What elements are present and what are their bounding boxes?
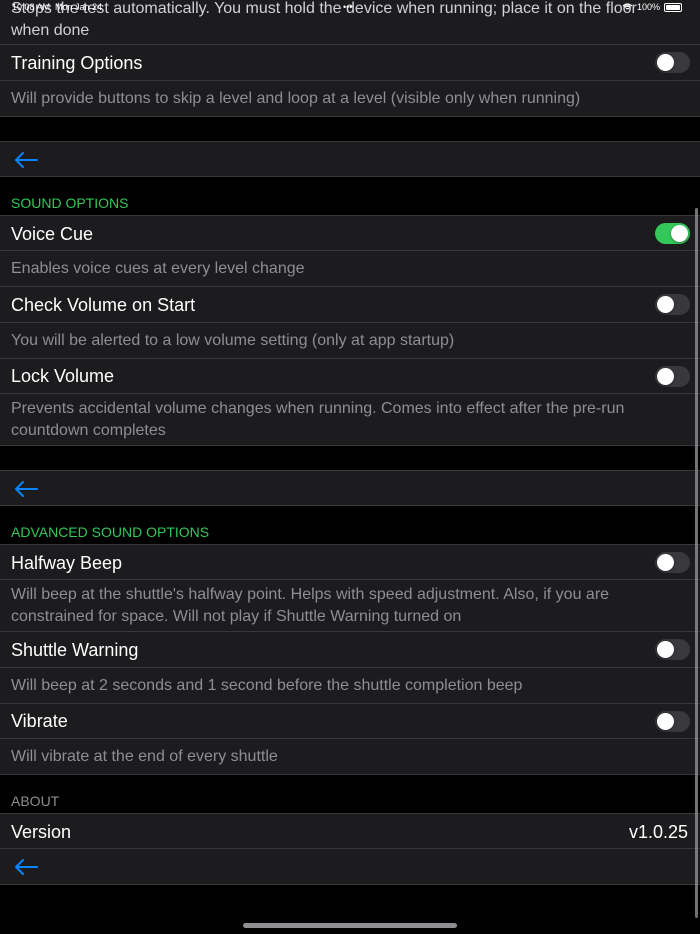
wifi-icon <box>622 3 633 10</box>
sound-options-header: SOUND OPTIONS <box>11 195 129 211</box>
arrow-left-icon[interactable] <box>13 480 39 498</box>
voice-cue-desc-cell: Enables voice cues at every level change <box>0 251 700 287</box>
toggle-knob <box>657 641 674 658</box>
home-indicator[interactable] <box>243 923 457 928</box>
about-header: ABOUT <box>11 793 60 809</box>
toggle-knob <box>657 554 674 571</box>
vibrate-toggle[interactable] <box>655 711 690 732</box>
shuttle-warning-desc: Will beep at 2 seconds and 1 second befo… <box>11 677 523 694</box>
halfway-beep-row[interactable]: Halfway Beep <box>0 544 700 580</box>
status-time-text: 10:08 AM <box>12 2 51 12</box>
lock-volume-toggle[interactable] <box>655 366 690 387</box>
advanced-sound-options-header: ADVANCED SOUND OPTIONS <box>11 524 210 540</box>
toggle-knob <box>657 54 674 71</box>
halfway-beep-desc: Will beep at the shuttle's halfway point… <box>11 586 610 625</box>
status-date-text: Mon Jan 24 <box>55 2 103 12</box>
status-right: 100% <box>622 2 682 12</box>
voice-cue-toggle[interactable] <box>655 223 690 244</box>
lock-volume-desc: Prevents accidental volume changes when … <box>11 400 625 439</box>
more-dots-icon: ••• <box>343 2 353 12</box>
shuttle-warning-desc-cell: Will beep at 2 seconds and 1 second befo… <box>0 668 700 704</box>
toggle-knob <box>657 713 674 730</box>
check-volume-desc: You will be alerted to a low volume sett… <box>11 332 455 349</box>
training-options-desc-cell: Will provide buttons to skip a level and… <box>0 81 700 117</box>
halfway-beep-title: Halfway Beep <box>11 553 123 573</box>
scrollbar[interactable] <box>695 208 698 918</box>
training-options-desc: Will provide buttons to skip a level and… <box>11 90 581 107</box>
training-options-toggle[interactable] <box>655 52 690 73</box>
toggle-knob <box>657 368 674 385</box>
version-value: v1.0.25 <box>628 822 688 842</box>
voice-cue-row[interactable]: Voice Cue <box>0 215 700 251</box>
version-label: Version <box>11 822 72 842</box>
check-volume-title: Check Volume on Start <box>11 295 196 315</box>
vibrate-title: Vibrate <box>11 711 68 731</box>
toggle-knob <box>671 225 688 242</box>
vibrate-row[interactable]: Vibrate <box>0 704 700 739</box>
battery-icon <box>664 2 682 12</box>
back-row-1[interactable] <box>0 141 700 177</box>
arrow-left-icon[interactable] <box>13 151 39 169</box>
back-row-3[interactable] <box>0 849 700 885</box>
training-options-row[interactable]: Training Options <box>0 45 700 81</box>
version-row: Version v1.0.25 <box>0 813 700 849</box>
voice-cue-title: Voice Cue <box>11 224 94 244</box>
shuttle-warning-toggle[interactable] <box>655 639 690 660</box>
back-row-2[interactable] <box>0 470 700 506</box>
arrow-left-icon[interactable] <box>13 858 39 876</box>
voice-cue-desc: Enables voice cues at every level change <box>11 260 305 277</box>
shuttle-warning-row[interactable]: Shuttle Warning <box>0 632 700 668</box>
status-bar: 10:08 AM Mon Jan 24 ••• 100% <box>0 0 700 14</box>
lock-volume-desc-cell: Prevents accidental volume changes when … <box>0 394 700 446</box>
vibrate-desc: Will vibrate at the end of every shuttle <box>11 748 278 765</box>
vibrate-desc-cell: Will vibrate at the end of every shuttle <box>0 739 700 775</box>
training-options-title: Training Options <box>11 53 143 73</box>
lock-volume-title: Lock Volume <box>11 366 115 386</box>
toggle-knob <box>657 296 674 313</box>
lock-volume-row[interactable]: Lock Volume <box>0 359 700 394</box>
check-volume-row[interactable]: Check Volume on Start <box>0 287 700 323</box>
shuttle-warning-title: Shuttle Warning <box>11 640 139 660</box>
status-time: 10:08 AM Mon Jan 24 <box>12 2 102 12</box>
check-volume-toggle[interactable] <box>655 294 690 315</box>
halfway-beep-desc-cell: Will beep at the shuttle's halfway point… <box>0 580 700 632</box>
halfway-beep-toggle[interactable] <box>655 552 690 573</box>
battery-percent: 100% <box>636 2 660 12</box>
check-volume-desc-cell: You will be alerted to a low volume sett… <box>0 323 700 359</box>
